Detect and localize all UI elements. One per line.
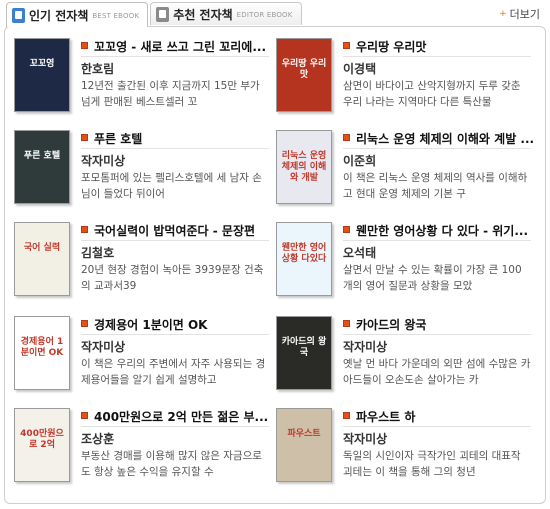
- book-cover[interactable]: 카아드의 왕국: [276, 316, 332, 390]
- bullet-icon: [81, 134, 88, 141]
- book-cover[interactable]: 꼬꼬영: [14, 38, 70, 112]
- bullet-icon: [343, 320, 350, 327]
- book-author: 작자미상: [343, 432, 388, 446]
- cover-title: 국어 실력: [23, 243, 61, 253]
- book-title-link[interactable]: 국어실력이 밥먹여준다 - 문장편: [94, 222, 276, 239]
- divider: [81, 334, 269, 335]
- cover-title: 우리땅 우리맛: [281, 59, 327, 80]
- book-cover[interactable]: 웬만한 영어상황 다있다: [276, 222, 332, 296]
- cover-title: 경제용어 1분이면 OK: [20, 337, 64, 358]
- more-label: 더보기: [509, 8, 540, 21]
- tab-sublabel: BEST EBOOK: [92, 12, 140, 20]
- book-title-link[interactable]: 리눅스 운영 체제의 이해와 계발 ...: [356, 130, 538, 147]
- book-item: 파우스트 파우스트 하 작자미상 독일의 시인이자 극작가인 괴테의 대표작 괴테는 …: [276, 408, 531, 488]
- divider: [81, 240, 269, 241]
- book-title-link[interactable]: 400만원으로 2억 만든 젊은 부...: [94, 408, 276, 425]
- book-author: 김철호: [81, 246, 115, 260]
- book-author: 작자미상: [81, 340, 126, 354]
- bullet-icon: [81, 412, 88, 419]
- tab-bar: 인기 전자책 BEST EBOOK 추천 전자책 EDITOR EBOOK: [6, 2, 304, 27]
- book-item: 카아드의 왕국 카아드의 왕국 작자미상 옛날 먼 바다 가운데의 외딴 섬에 수많은…: [276, 316, 531, 396]
- ebook-icon: [156, 6, 170, 22]
- tab-label: 인기 전자책: [29, 8, 89, 23]
- book-cover[interactable]: 국어 실력: [14, 222, 70, 296]
- book-item: 경제용어 1분이면 OK 경제용어 1분이면 OK 작자미상 이 책은 우리의 주변에…: [14, 316, 269, 396]
- cover-title: 푸른 호텔: [23, 151, 61, 161]
- book-description: 12년전 출간된 이후 지금까지 15만 부가 넘게 판매된 베스트셀러 꼬: [81, 80, 260, 108]
- cover-title: 웬만한 영어상황 다있다: [281, 243, 327, 264]
- divider: [81, 148, 269, 149]
- cover-title: 400만원으로 2억: [20, 429, 64, 450]
- book-title-link[interactable]: 웬만한 영어상황 다 있다 - 위기...: [356, 222, 538, 239]
- book-item: 우리땅 우리맛 우리땅 우리맛 이경택 삼면이 바다이고 산악지형까지 두루 갖춘 우…: [276, 38, 531, 118]
- book-item: 꼬꼬영 꼬꼬영 - 새로 쓰고 그린 꼬리에... 한호림 12년전 출간된 이후 지…: [14, 38, 269, 118]
- book-title-link[interactable]: 파우스트 하: [356, 408, 538, 425]
- book-author: 작자미상: [81, 154, 126, 168]
- book-description: 살면서 만날 수 있는 확률이 가장 큰 100개의 영어 질문과 상황을 모았: [343, 264, 522, 292]
- book-item: 웬만한 영어상황 다있다 웬만한 영어상황 다 있다 - 위기... 오석태 살면서 …: [276, 222, 531, 302]
- book-title-link[interactable]: 푸른 호텔: [94, 130, 276, 147]
- bullet-icon: [81, 42, 88, 49]
- book-description: 독일의 시인이자 극작가인 괴테의 대표작 괴테는 이 책을 통해 그의 청년: [343, 450, 521, 478]
- tab-best-ebook[interactable]: 인기 전자책 BEST EBOOK: [6, 2, 149, 27]
- book-item: 리눅스 운영체제의 이해와 개발 리눅스 운영 체제의 이해와 계발 ... 이준희…: [276, 130, 534, 210]
- book-cover[interactable]: 푸른 호텔: [14, 130, 70, 204]
- book-description: 옛날 먼 바다 가운데의 외딴 섬에 수많은 카아드들이 오손도손 살아가는 카: [343, 358, 531, 386]
- book-title-link[interactable]: 경제용어 1분이면 OK: [94, 316, 276, 333]
- book-cover[interactable]: 경제용어 1분이면 OK: [14, 316, 70, 390]
- bullet-icon: [81, 226, 88, 233]
- bullet-icon: [343, 412, 350, 419]
- book-description: 삼면이 바다이고 산악지형까지 두루 갖춘 우리 나라는 지역마다 다른 특산물: [343, 80, 521, 108]
- cover-title: 파우스트: [287, 429, 321, 439]
- tab-sublabel: EDITOR EBOOK: [236, 11, 293, 19]
- ebook-icon: [12, 7, 25, 23]
- book-item: 400만원으로 2억 400만원으로 2억 만든 젊은 부... 조상훈 부동산 경매…: [14, 408, 269, 488]
- book-author: 오석태: [343, 246, 377, 260]
- book-author: 이준희: [343, 154, 377, 168]
- book-author: 한호림: [81, 62, 115, 76]
- book-cover[interactable]: 400만원으로 2억: [14, 408, 70, 482]
- divider: [343, 240, 531, 241]
- book-title-link[interactable]: 카아드의 왕국: [356, 316, 538, 333]
- cover-title: 카아드의 왕국: [281, 337, 327, 358]
- cover-title: 꼬꼬영: [29, 59, 55, 69]
- divider: [81, 56, 269, 57]
- book-cover[interactable]: 우리땅 우리맛: [276, 38, 332, 112]
- cover-title: 리눅스 운영체제의 이해와 개발: [281, 151, 327, 183]
- divider: [81, 426, 269, 427]
- book-description: 이 책은 리눅스 운영 체제의 역사를 이해하고 현대 운영 체제의 기본 구: [343, 172, 528, 200]
- divider: [343, 148, 531, 149]
- tab-editor-ebook[interactable]: 추천 전자책 EDITOR EBOOK: [150, 2, 302, 25]
- book-description: 20년 현장 경험이 녹아든 3939문장 건축의 교과서39: [81, 264, 264, 292]
- bullet-icon: [343, 42, 350, 49]
- book-item: 국어 실력 국어실력이 밥먹여준다 - 문장편 김철호 20년 현장 경험이 녹아든 …: [14, 222, 269, 302]
- book-title-link[interactable]: 꼬꼬영 - 새로 쓰고 그린 꼬리에...: [94, 38, 276, 55]
- tab-label: 추천 전자책: [173, 7, 233, 22]
- plus-icon: +: [499, 9, 507, 19]
- book-description: 부동산 경매를 이용해 많지 않은 자금으로도 항상 높은 수익을 유지할 수: [81, 450, 262, 478]
- book-author: 조상훈: [81, 432, 115, 446]
- book-author: 작자미상: [343, 340, 388, 354]
- book-author: 이경택: [343, 62, 377, 76]
- bullet-icon: [343, 134, 350, 141]
- divider: [343, 334, 531, 335]
- book-title-link[interactable]: 우리땅 우리맛: [356, 38, 538, 55]
- divider: [343, 56, 531, 57]
- book-description: 포모톰퍼에 있는 펠리스호텔에 세 남자 손님이 들었다 뒤이어: [81, 172, 262, 200]
- divider: [343, 426, 531, 427]
- more-link[interactable]: + 더보기: [499, 6, 540, 22]
- bullet-icon: [343, 226, 350, 233]
- book-cover[interactable]: 리눅스 운영체제의 이해와 개발: [276, 130, 332, 204]
- book-description: 이 책은 우리의 주변에서 자주 사용되는 경제용어들을 알기 쉽게 설명하고: [81, 358, 266, 386]
- bullet-icon: [81, 320, 88, 327]
- book-cover[interactable]: 파우스트: [276, 408, 332, 482]
- book-item: 푸른 호텔 푸른 호텔 작자미상 포모톰퍼에 있는 펠리스호텔에 세 남자 손님이 들…: [14, 130, 269, 210]
